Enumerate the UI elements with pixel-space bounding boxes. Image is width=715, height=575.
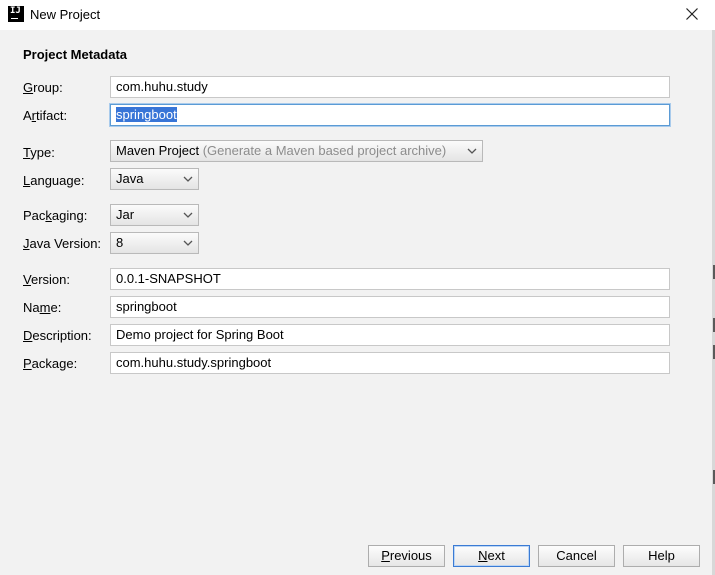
cancel-button[interactable]: Cancel [538,545,615,567]
type-select[interactable]: Maven Project (Generate a Maven based pr… [110,140,483,162]
type-label: Type: [23,145,55,160]
java-version-label: Java Version: [23,236,102,251]
description-field[interactable]: Demo project for Spring Boot [110,324,670,346]
window-title: New Project [30,7,101,22]
language-label: Language: [23,173,85,188]
chevron-down-icon [183,240,193,246]
packaging-label: Packaging: [23,208,88,223]
version-label: Version: [23,272,70,287]
package-field[interactable]: com.huhu.study.springboot [110,352,670,374]
artifact-label: Artifact: [23,108,68,123]
next-button[interactable]: Next [453,545,530,567]
close-button[interactable] [669,0,715,30]
previous-button[interactable]: Previous [368,545,445,567]
name-label: Name: [23,300,62,315]
chevron-down-icon [183,176,193,182]
version-field[interactable]: 0.0.1-SNAPSHOT [110,268,670,290]
title-bar: IJ New Project [0,0,715,30]
description-label: Description: [23,328,92,343]
group-label: Group: [23,80,63,95]
intellij-app-icon: IJ [8,6,24,22]
group-field[interactable]: com.huhu.study [110,76,670,98]
name-field[interactable]: springboot [110,296,670,318]
artifact-field[interactable]: springboot [110,104,670,126]
java-version-select[interactable]: 8 [110,232,199,254]
chevron-down-icon [183,212,193,218]
close-icon [686,8,698,20]
help-button[interactable]: Help [623,545,700,567]
selected-text: springboot [116,107,177,122]
package-label: Package: [23,356,78,371]
app-icon-text: IJ [10,6,21,16]
packaging-select[interactable]: Jar [110,204,199,226]
language-select[interactable]: Java [110,168,199,190]
chevron-down-icon [467,148,477,154]
section-heading: Project Metadata [23,47,128,62]
